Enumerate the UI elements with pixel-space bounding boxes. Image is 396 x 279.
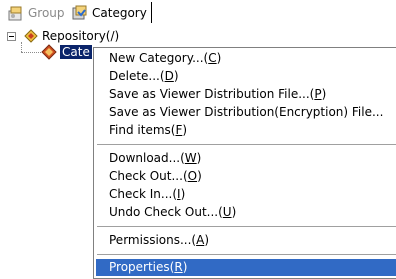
tree-node-repository[interactable]: Repository(/) (23, 28, 119, 44)
menu-item-check-out[interactable]: Check Out...(O) (109, 168, 202, 185)
menu-separator (97, 144, 396, 145)
category-node-icon (41, 44, 57, 60)
tree-node-label-selected: Cate (60, 45, 92, 59)
view-tab-bar: Group Category (0, 0, 396, 26)
tree-connector (21, 42, 22, 52)
menu-item-undo-check-out[interactable]: Undo Check Out...(U) (109, 204, 236, 221)
menu-item-save-viewer-distribution-encryption[interactable]: Save as Viewer Distribution(Encryption) … (109, 104, 383, 121)
menu-item-delete[interactable]: Delete...(D) (109, 68, 179, 85)
menu-item-download[interactable]: Download...(W) (109, 150, 201, 167)
repository-icon (23, 28, 39, 44)
menu-item-check-in[interactable]: Check In...(I) (109, 186, 185, 203)
menu-item-save-viewer-distribution[interactable]: Save as Viewer Distribution File...(P) (109, 86, 326, 103)
menu-item-properties[interactable]: Properties(R) (109, 259, 187, 276)
tree-node-label: Repository(/) (42, 29, 120, 43)
context-menu: New Category...(C) Delete...(D) Save as … (93, 47, 396, 279)
tree-connector (21, 52, 41, 53)
category-icon (72, 5, 88, 21)
tab-category[interactable]: Category (68, 2, 152, 23)
tab-group[interactable]: Group (4, 2, 66, 23)
tab-category-label: Category (92, 5, 147, 20)
menu-separator (97, 226, 396, 227)
menu-item-permissions[interactable]: Permissions...(A) (109, 232, 209, 249)
group-icon (8, 5, 24, 21)
collapse-toggle[interactable] (7, 32, 16, 41)
menu-separator (97, 254, 396, 255)
tab-group-label: Group (28, 5, 65, 20)
tree-node-category[interactable]: Cate (41, 44, 92, 60)
menu-item-new-category[interactable]: New Category...(C) (109, 50, 221, 67)
menu-item-find-items[interactable]: Find items(F) (109, 122, 187, 139)
